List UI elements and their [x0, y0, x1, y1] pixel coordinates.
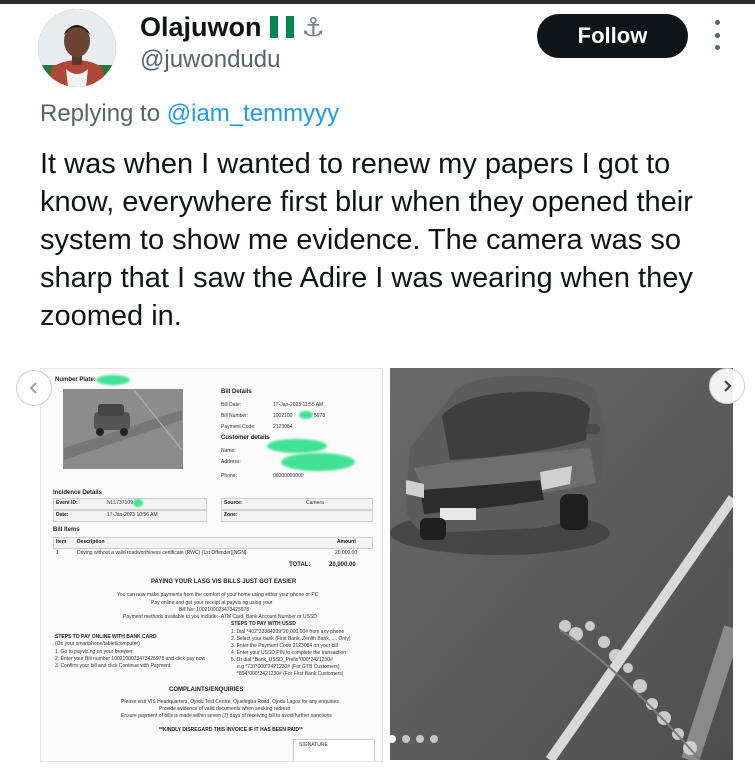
- paying-title: PAYING YOUR LASG VIS BILLS JUST GOT EASI…: [151, 579, 297, 585]
- complaints-line: Please visit VIS Headquarters, Ojodu Tes…: [121, 699, 339, 705]
- media-camera-photo[interactable]: [390, 368, 733, 760]
- customer-details-title: Customer details: [221, 435, 270, 441]
- date-value: 17-Jan-2023 10:56 AM: [107, 512, 158, 518]
- avatar-image: [38, 9, 116, 87]
- bill-details-title: Bill Details: [221, 389, 252, 395]
- replying-to-prefix: Replying to: [40, 100, 167, 127]
- anchor-icon: ⚓: [301, 12, 325, 42]
- avatar[interactable]: [38, 9, 116, 87]
- event-id-blur: [133, 499, 143, 507]
- number-plate-label: Number Plate:: [55, 377, 96, 383]
- bank-card-title: STEPS TO PAY ONLINE WITH BANK CARD: [55, 634, 157, 640]
- pagination-dot[interactable]: [388, 735, 396, 743]
- disregard-note: **KINDLY DISREGARD THIS INVOICE IF IT HA…: [159, 727, 303, 733]
- author-handle[interactable]: @juwondudu: [140, 46, 280, 74]
- ussd-step: 5. Or dial *Bank_USSD_Prefix*000*2421230…: [231, 657, 333, 663]
- bill-number-value: 1002100: [273, 413, 293, 419]
- date-label: Date:: [56, 512, 69, 518]
- media-pagination[interactable]: [388, 735, 438, 743]
- item-amount: 20,000.00: [335, 550, 358, 556]
- description-column-header: Description: [77, 539, 105, 545]
- bank-step: 1. Go to payvis.ng on your browser: [55, 649, 133, 655]
- reply-mention-link[interactable]: @iam_temmyyy: [167, 100, 339, 127]
- bill-items-title: Bill Items: [53, 527, 80, 533]
- chevron-right-icon: [724, 380, 732, 392]
- item-number: 1: [56, 550, 59, 556]
- bill-number-label: Bill Number:: [221, 413, 249, 419]
- name-label: Name:: [221, 448, 236, 454]
- media-invoice-image[interactable]: Number Plate: Bill Details Bill Date: 17…: [40, 368, 383, 762]
- bill-number-blur: [299, 411, 313, 419]
- complaints-line: Ensure payment of bills is made within s…: [121, 713, 332, 719]
- pagination-dot[interactable]: [416, 735, 424, 743]
- address-blur: [281, 453, 355, 471]
- ussd-title: STEPS TO PAY WITH USSD: [231, 621, 296, 627]
- amount-column-header: Amount: [337, 539, 356, 545]
- ussd-step: 3. Enter the Payment Code 2123084 on you…: [231, 643, 338, 649]
- traffic-camera-image: [390, 368, 733, 760]
- paying-line-3: Bill No: 1002100023473425978: [179, 607, 250, 613]
- camera-thumbnail: [63, 389, 183, 469]
- top-edge: [0, 0, 755, 4]
- ussd-step: e.g *737*000*2421230# (For GTB Customers…: [237, 664, 340, 670]
- total-label: TOTAL:: [289, 562, 311, 568]
- paying-line-4: Payment methods available to you include…: [123, 614, 317, 620]
- paying-line-1: You can now make payments from the comfo…: [117, 592, 319, 598]
- complaints-line: Provide evidence of valid documents when…: [159, 706, 291, 712]
- address-label: Address:: [221, 459, 241, 465]
- source-label: Source:: [224, 500, 243, 506]
- incidence-details-title: Incidence Details: [53, 490, 103, 496]
- item-description: Driving without a valid roadworthiness c…: [77, 550, 247, 556]
- item-column-header: Item: [56, 539, 67, 545]
- event-id-label: Event ID:: [56, 500, 78, 506]
- bank-card-subtitle: (On your smartphone/tablet/computer): [55, 641, 140, 647]
- ussd-step: *894*000*2421230# (For First Bank Custom…: [237, 671, 344, 677]
- zone-row: [221, 510, 373, 522]
- name-blur: [267, 439, 327, 453]
- author-name-text: Olajuwon: [140, 12, 262, 42]
- complaints-title: COMPLAINTS/ENQUIRIES: [169, 687, 244, 693]
- phone-label: Phone:: [221, 473, 237, 479]
- author-name[interactable]: Olajuwon ⚓: [140, 12, 325, 45]
- bill-date-value: 17-Jan-2023 11:55 AM: [273, 402, 324, 408]
- bank-step: 2. Enter your Bill number 10021000234734…: [55, 656, 206, 662]
- replying-to: Replying to @iam_temmyyy: [40, 100, 339, 128]
- total-value: 20,000.00: [329, 562, 356, 568]
- bill-date-label: Bill Date:: [221, 402, 242, 408]
- payment-code-label: Payment Code:: [221, 424, 256, 430]
- nigeria-flag-icon: [269, 14, 294, 45]
- bill-number-tail: 5978: [314, 413, 326, 419]
- source-row: [221, 498, 373, 510]
- pagination-dot[interactable]: [430, 735, 438, 743]
- source-value: Camera: [306, 500, 324, 506]
- more-options-icon[interactable]: [708, 20, 726, 50]
- tweet-text: It was when I wanted to renew my papers …: [40, 148, 693, 332]
- payment-code-value: 2123084: [273, 424, 293, 430]
- previous-media-button[interactable]: [16, 370, 52, 406]
- signature-label: SIGNATURE: [299, 742, 328, 748]
- ussd-step: 4. Enter your USSD PIN to complete the t…: [231, 650, 347, 656]
- bank-step: 3. Confirm your bill and click Continue …: [55, 663, 171, 669]
- chevron-left-icon: [29, 382, 37, 394]
- follow-button[interactable]: Follow: [537, 14, 688, 58]
- phone-value: 06000000000: [273, 473, 304, 479]
- event-id-value: NL1737109: [107, 500, 133, 506]
- ussd-step: 1. Dial *402*33384209*20,000.00# from an…: [231, 629, 345, 635]
- paying-line-2: Pay online and get your receipt at payvi…: [151, 600, 273, 606]
- pagination-dot[interactable]: [402, 735, 410, 743]
- next-media-button[interactable]: [709, 368, 745, 404]
- ussd-step: 2. Select your bank (First Bank, Zenith …: [231, 636, 351, 642]
- plate-blur: [96, 375, 130, 385]
- zone-label: Zone:: [224, 512, 238, 518]
